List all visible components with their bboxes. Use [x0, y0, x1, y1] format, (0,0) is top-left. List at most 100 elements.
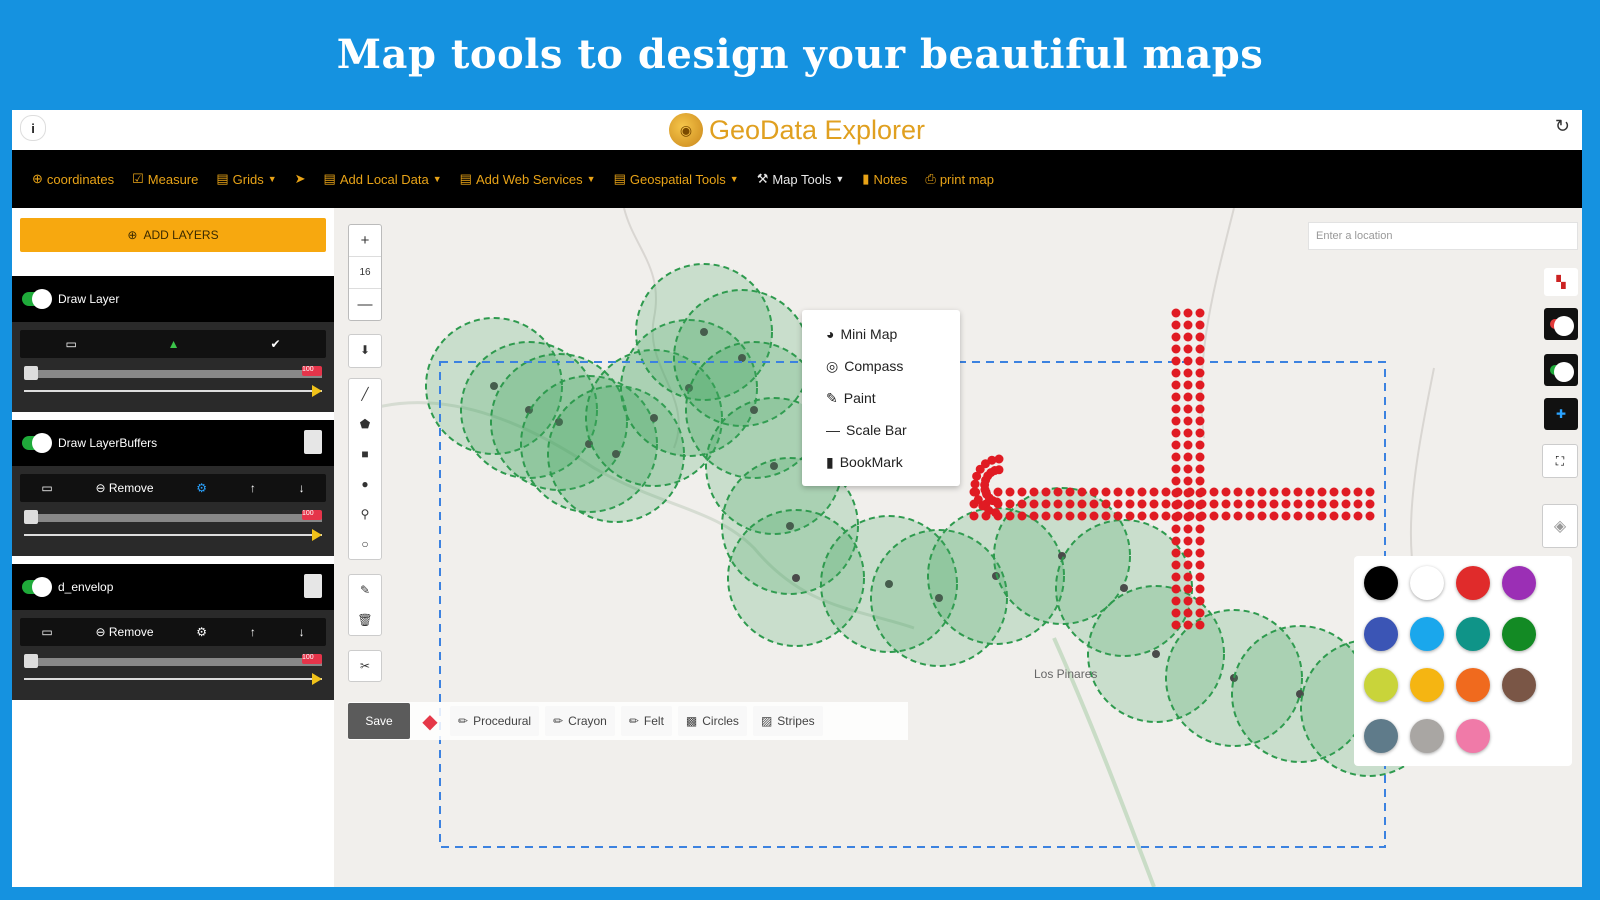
range-handle[interactable] — [312, 673, 322, 685]
circle-marker-icon[interactable]: ○ — [349, 529, 381, 559]
target-icon: ⊕ — [32, 171, 43, 186]
location-search-input[interactable]: Enter a location — [1308, 222, 1578, 250]
desktop-icon[interactable]: ▭ — [41, 625, 52, 639]
red-dot — [1005, 511, 1015, 521]
menu-item-mini-map[interactable]: ◕ Mini Map — [802, 318, 960, 350]
color-swatch[interactable] — [1364, 719, 1398, 753]
red-dot — [1195, 320, 1205, 330]
polyline-icon[interactable]: ╱ — [349, 379, 381, 409]
light-toggle[interactable] — [1544, 308, 1578, 340]
opacity-slider[interactable]: 100 — [20, 646, 326, 690]
polygon-icon[interactable]: ⬟ — [349, 409, 381, 439]
trash-icon[interactable]: 🗑 — [349, 605, 381, 635]
zoom-control: + 16 — — [348, 224, 382, 321]
nav-locate[interactable]: ➤ — [295, 171, 306, 187]
range-handle[interactable] — [312, 385, 322, 397]
brush-procedural[interactable]: ✏ Procedural — [450, 706, 540, 736]
color-swatch[interactable] — [1410, 668, 1444, 702]
arrow-up-icon[interactable]: ↑ — [250, 625, 256, 639]
layers-icon[interactable]: ◈ — [1542, 504, 1578, 548]
layer-visibility-toggle[interactable] — [22, 433, 52, 453]
red-dot — [1053, 511, 1063, 521]
red-dot — [1293, 499, 1303, 509]
nav-measure[interactable]: ☑ Measure — [132, 171, 198, 187]
color-swatch[interactable] — [1502, 566, 1536, 600]
triangle-icon[interactable]: ▲ — [168, 337, 180, 351]
brush-circles[interactable]: ▩ Circles — [677, 706, 747, 736]
eraser-icon[interactable]: ◆ — [416, 707, 444, 735]
rectangle-icon[interactable]: ■ — [349, 439, 381, 469]
menu-item-paint[interactable]: ✎ Paint — [802, 382, 960, 414]
marker-icon[interactable]: ⚲ — [349, 499, 381, 529]
red-dot — [1195, 404, 1205, 414]
range-handle[interactable] — [312, 529, 322, 541]
check-circle-icon[interactable]: ✔ — [270, 337, 280, 351]
opacity-min-handle[interactable] — [24, 654, 38, 668]
menu-label: Mini Map — [840, 326, 898, 342]
refresh-icon[interactable]: ↻ — [1555, 116, 1570, 137]
nav-print-map[interactable]: ⎙ print map — [925, 171, 994, 187]
puzzle-icon[interactable]: ✚ — [1544, 398, 1578, 430]
nav-add-web-services[interactable]: ▤ Add Web Services ▼ — [460, 171, 596, 187]
color-swatch[interactable] — [1502, 668, 1536, 702]
color-swatch[interactable] — [1456, 566, 1490, 600]
red-dot — [1161, 511, 1171, 521]
legend-document-icon[interactable] — [304, 574, 322, 598]
settings-icon[interactable]: ⚙ — [196, 625, 207, 639]
save-button[interactable]: Save — [348, 703, 410, 739]
circle-icon[interactable]: ● — [349, 469, 381, 499]
opacity-slider[interactable]: 100 — [20, 358, 326, 402]
desktop-icon[interactable]: ▭ — [41, 481, 52, 495]
legend-document-icon[interactable] — [304, 430, 322, 454]
color-swatch[interactable] — [1410, 617, 1444, 651]
nav-grids[interactable]: ▤ Grids ▼ — [216, 171, 276, 187]
color-swatch[interactable] — [1456, 668, 1490, 702]
color-swatch[interactable] — [1364, 668, 1398, 702]
red-dot — [1171, 536, 1181, 546]
brush-felt[interactable]: ✏ Felt — [620, 706, 672, 736]
opacity-min-handle[interactable] — [24, 510, 38, 524]
menu-item-compass[interactable]: ◎ Compass — [802, 350, 960, 382]
menu-label: Paint — [843, 390, 876, 406]
layer-visibility-toggle[interactable] — [22, 577, 52, 597]
color-swatch[interactable] — [1502, 617, 1536, 651]
red-dot — [1183, 476, 1193, 486]
color-swatch[interactable] — [1364, 566, 1398, 600]
map-icon[interactable]: ▚ — [1544, 268, 1578, 296]
menu-item-scale-bar[interactable]: — Scale Bar — [802, 414, 960, 446]
caret-down-icon: ▼ — [586, 174, 596, 184]
nav-coordinates[interactable]: ⊕ coordinates — [32, 171, 114, 187]
fullscreen-icon[interactable]: ⛶ — [1542, 444, 1578, 478]
color-swatch[interactable] — [1410, 719, 1444, 753]
add-layers-button[interactable]: ⊕ ADD LAYERS — [20, 218, 326, 252]
online-toggle[interactable] — [1544, 354, 1578, 386]
zoom-in-button[interactable]: + — [349, 225, 381, 257]
arrow-up-icon[interactable]: ↑ — [250, 481, 256, 495]
nav-map-tools[interactable]: ⚒ Map Tools ▼ — [757, 171, 845, 187]
brush-stripes[interactable]: ▨ Stripes — [752, 706, 823, 736]
nav-geospatial-tools[interactable]: ▤ Geospatial Tools ▼ — [614, 171, 739, 187]
menu-item-bookmark[interactable]: ▮ BookMark — [802, 446, 960, 478]
settings-icon[interactable]: ⚙ — [196, 481, 207, 495]
desktop-icon[interactable]: ▭ — [65, 337, 76, 351]
opacity-slider[interactable]: 100 — [20, 502, 326, 546]
arrow-down-icon[interactable]: ↓ — [299, 481, 305, 495]
scissors-icon[interactable]: ✂ — [349, 651, 381, 681]
arrow-down-icon[interactable]: ↓ — [299, 625, 305, 639]
nav-add-local-data[interactable]: ▤ Add Local Data ▼ — [324, 171, 442, 187]
red-dot — [1209, 499, 1219, 509]
brush-crayon[interactable]: ✏ Crayon — [545, 706, 615, 736]
color-swatch[interactable] — [1456, 719, 1490, 753]
color-swatch[interactable] — [1410, 566, 1444, 600]
remove-layer-button[interactable]: ⊖ Remove — [95, 481, 153, 495]
layer-visibility-toggle[interactable] — [22, 289, 52, 309]
opacity-min-handle[interactable] — [24, 366, 38, 380]
nav-notes[interactable]: ▮ Notes — [862, 171, 907, 187]
info-icon[interactable]: i — [20, 115, 46, 141]
zoom-out-button[interactable]: — — [349, 289, 381, 320]
edit-icon[interactable]: ✎ — [349, 575, 381, 605]
download-icon[interactable]: ⬇ — [349, 335, 381, 365]
color-swatch[interactable] — [1456, 617, 1490, 651]
remove-layer-button[interactable]: ⊖ Remove — [95, 625, 153, 639]
color-swatch[interactable] — [1364, 617, 1398, 651]
